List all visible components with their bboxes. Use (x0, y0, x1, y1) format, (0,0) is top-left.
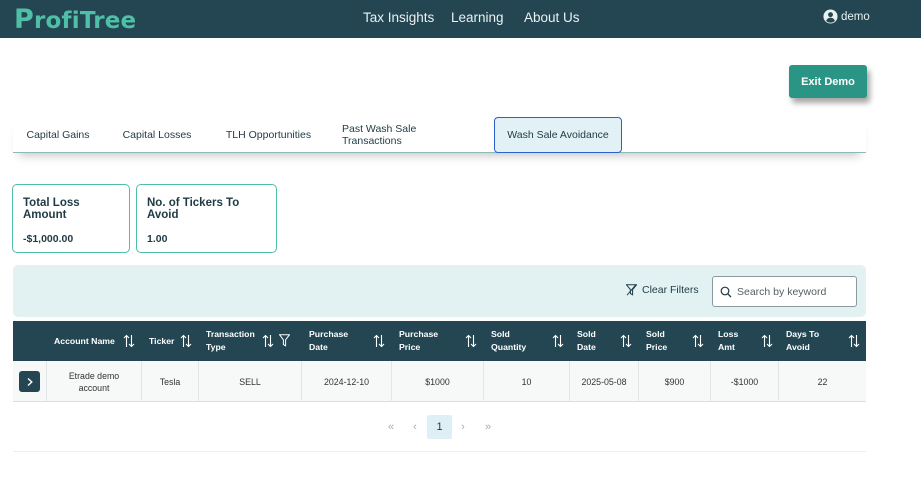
search-box (712, 276, 857, 307)
cell-loss-amt: -$1000 (711, 361, 779, 402)
page-1-button[interactable]: 1 (427, 415, 452, 439)
col-sold-quantity: Sold Quantity (491, 329, 527, 352)
cell-ticker: Tesla (142, 361, 199, 402)
prev-page-button[interactable]: ‹ (408, 415, 422, 439)
col-purchase-date: Purchase Date (309, 329, 349, 352)
tab-tlh-opportunities[interactable]: TLH Opportunities (216, 117, 321, 153)
tab-bar: Capital Gains Capital Losses TLH Opportu… (13, 117, 866, 153)
cell-purchase-price: $1000 (392, 361, 484, 402)
col-loss-amt: Loss Amt (718, 329, 739, 352)
col-account-name: Account Name (54, 335, 115, 346)
sort-icon[interactable] (180, 334, 192, 348)
expand-row-button[interactable] (19, 371, 40, 392)
sort-icon[interactable] (692, 334, 704, 348)
col-days-to-avoid: Days To Avoid (786, 329, 820, 352)
last-page-button[interactable]: » (480, 415, 496, 439)
divider (13, 451, 866, 452)
cell-purchase-date: 2024-12-10 (302, 361, 392, 402)
table-row[interactable]: Etrade demo account Tesla SELL 2024-12-10… (13, 361, 866, 402)
sort-icon[interactable] (552, 334, 564, 348)
col-sold-date: Sold Date (577, 329, 596, 352)
col-transaction-type: Transaction Type (206, 329, 255, 352)
nav-link-tax-insights[interactable]: Tax Insights (363, 10, 434, 25)
nav-link-learning[interactable]: Learning (451, 10, 504, 25)
nav-link-about-us[interactable]: About Us (524, 10, 580, 25)
card-title: No. of Tickers To Avoid (147, 197, 240, 221)
user-name: demo (841, 10, 870, 23)
user-circle-icon (823, 9, 838, 24)
card-title: Total Loss Amount (23, 197, 80, 221)
total-loss-card: Total Loss Amount -$1,000.00 (12, 184, 130, 253)
tab-past-wash-sale-transactions[interactable]: Past Wash Sale Transactions (342, 117, 478, 153)
tab-wash-sale-avoidance[interactable]: Wash Sale Avoidance (494, 117, 622, 153)
table-toolbar: Clear Filters (13, 265, 866, 317)
search-icon (720, 286, 732, 297)
next-page-button[interactable]: › (456, 415, 470, 439)
exit-demo-button[interactable]: Exit Demo (789, 65, 867, 98)
sort-icon[interactable] (373, 334, 385, 348)
profitree-logo[interactable]: ProfiTree (14, 4, 136, 35)
user-menu[interactable]: demo (823, 9, 870, 24)
expand-cell (13, 361, 47, 402)
tickers-to-avoid-card: No. of Tickers To Avoid 1.00 (136, 184, 277, 253)
clear-filters-label: Clear Filters (642, 284, 699, 296)
first-page-button[interactable]: « (383, 415, 399, 439)
cell-sold-quantity: 10 (484, 361, 570, 402)
chevron-right-icon (27, 377, 33, 386)
cell-days-to-avoid: 22 (817, 376, 828, 387)
clear-filters-button[interactable]: Clear Filters (626, 284, 699, 296)
sort-icon[interactable] (620, 334, 632, 348)
search-input[interactable] (737, 285, 855, 298)
sort-icon[interactable] (848, 334, 860, 348)
sort-icon[interactable] (761, 334, 773, 348)
sort-icon[interactable] (262, 334, 274, 348)
cell-transaction-type: SELL (199, 361, 302, 402)
top-navbar: ProfiTree Tax Insights Learning About Us… (0, 0, 921, 38)
table-header: Account Name Ticker Transaction Type Purc… (13, 321, 866, 361)
col-purchase-price: Purchase Price (399, 329, 439, 352)
cell-sold-price: $900 (639, 361, 711, 402)
col-ticker: Ticker (149, 335, 175, 346)
sort-icon[interactable] (123, 334, 135, 348)
filter-clear-icon (626, 284, 637, 296)
column-filter-icon[interactable] (279, 334, 290, 347)
card-value: 1.00 (147, 233, 168, 245)
tab-capital-gains[interactable]: Capital Gains (13, 117, 103, 153)
sort-icon[interactable] (465, 334, 477, 348)
card-value: -$1,000.00 (23, 233, 74, 245)
col-sold-price: Sold Price (646, 329, 668, 352)
tab-capital-losses[interactable]: Capital Losses (116, 117, 198, 153)
cell-sold-date: 2025-05-08 (570, 361, 639, 402)
cell-account-name: Etrade demo account (47, 361, 142, 402)
